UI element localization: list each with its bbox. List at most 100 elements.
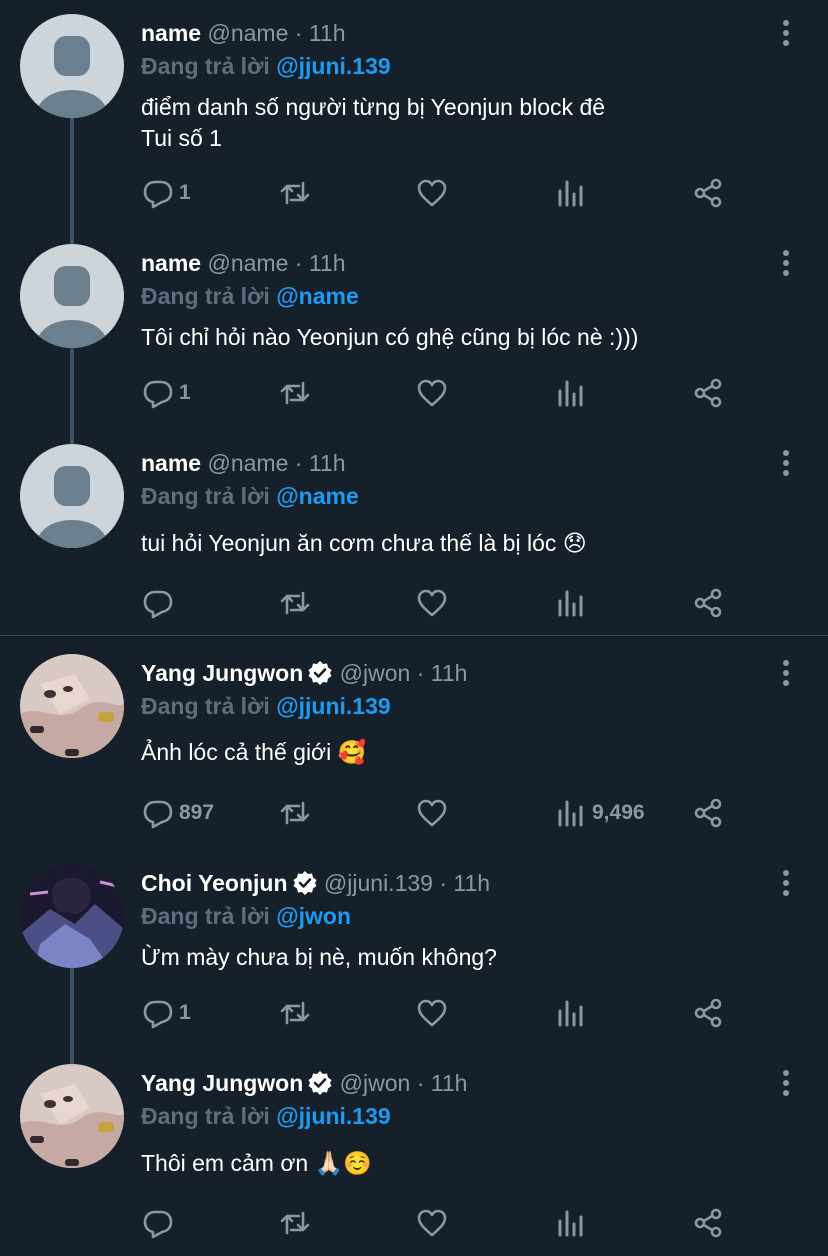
share-button[interactable] [692, 793, 724, 833]
reply-count: 1 [179, 381, 191, 404]
avatar-photo[interactable] [20, 654, 124, 758]
reply-context: Đang trả lời @jjuni.139 [141, 1103, 391, 1129]
reply-prefix: Đang trả lời [141, 53, 270, 79]
profile-photo [20, 654, 124, 758]
reply-button[interactable]: 897 [142, 793, 214, 833]
share-button[interactable] [692, 1203, 724, 1243]
tweet-header: name @name · 11h [141, 250, 346, 276]
retweet-button[interactable] [279, 173, 311, 213]
views-icon [558, 1000, 583, 1027]
username[interactable]: @name [207, 450, 288, 476]
share-button[interactable] [692, 583, 724, 623]
display-name[interactable]: name [141, 250, 201, 276]
reply-mention[interactable]: @jjuni.139 [276, 53, 390, 79]
tweet[interactable]: Choi Yeonjun @jjuni.139 · 11h Đang trả l… [0, 850, 828, 1055]
separator: · [416, 1070, 425, 1096]
tweet[interactable]: name @name · 11h Đang trả lời @jjuni.139… [0, 0, 828, 235]
share-icon [694, 1208, 722, 1238]
more-options-icon[interactable] [773, 248, 799, 278]
reply-button[interactable]: 1 [142, 173, 191, 213]
username[interactable]: @name [207, 20, 288, 46]
more-options-icon[interactable] [773, 18, 799, 48]
tweet[interactable]: name @name · 11h Đang trả lời @name tui … [0, 430, 828, 635]
default-avatar-icon [20, 444, 124, 548]
profile-photo [20, 1064, 124, 1168]
timestamp[interactable]: 11h [431, 1070, 468, 1096]
username[interactable]: @name [207, 250, 288, 276]
views-button[interactable] [555, 583, 592, 623]
retweet-button[interactable] [279, 993, 311, 1033]
more-options-icon[interactable] [773, 868, 799, 898]
tweet-header: Yang Jungwon @jwon · 11h [141, 660, 467, 686]
avatar-photo[interactable] [20, 864, 124, 968]
retweet-icon [280, 1211, 310, 1235]
reply-button[interactable] [142, 583, 179, 623]
separator: · [294, 250, 303, 276]
views-button[interactable] [555, 373, 592, 413]
avatar[interactable] [20, 244, 124, 348]
tweet[interactable]: Yang Jungwon @jwon · 11h Đang trả lời @j… [0, 1050, 828, 1256]
username[interactable]: @jwon [340, 660, 411, 686]
retweet-button[interactable] [279, 373, 311, 413]
views-button[interactable] [555, 993, 592, 1033]
like-button[interactable] [416, 173, 448, 213]
views-button[interactable] [555, 1203, 592, 1243]
reply-mention[interactable]: @jwon [276, 903, 351, 929]
tweet-text: tui hỏi Yeonjun ăn cơm chưa thế là bị ló… [141, 530, 587, 556]
reply-prefix: Đang trả lời [141, 693, 270, 719]
reply-mention[interactable]: @name [276, 283, 359, 309]
like-button[interactable] [416, 793, 448, 833]
like-button[interactable] [416, 993, 448, 1033]
reply-icon [143, 800, 173, 829]
reply-context: Đang trả lời @jwon [141, 903, 351, 929]
retweet-button[interactable] [279, 583, 311, 623]
avatar[interactable] [20, 444, 124, 548]
more-options-icon[interactable] [773, 658, 799, 688]
reply-button[interactable]: 1 [142, 993, 191, 1033]
reply-mention[interactable]: @jjuni.139 [276, 693, 390, 719]
reply-count: 897 [179, 801, 215, 824]
reply-button[interactable]: 1 [142, 373, 191, 413]
avatar[interactable] [20, 14, 124, 118]
display-name[interactable]: name [141, 20, 201, 46]
display-name[interactable]: Yang Jungwon [141, 660, 303, 686]
tweet[interactable]: Yang Jungwon @jwon · 11h Đang trả lời @j… [0, 640, 828, 845]
tweet[interactable]: name @name · 11h Đang trả lời @name Tôi … [0, 230, 828, 435]
display-name[interactable]: Choi Yeonjun [141, 870, 288, 896]
display-name[interactable]: name [141, 450, 201, 476]
timestamp[interactable]: 11h [309, 250, 346, 276]
timestamp[interactable]: 11h [453, 870, 490, 896]
username[interactable]: @jwon [340, 1070, 411, 1096]
share-button[interactable] [692, 173, 724, 213]
reply-mention[interactable]: @jjuni.139 [276, 1103, 390, 1129]
reply-prefix: Đang trả lời [141, 283, 270, 309]
more-options-icon[interactable] [773, 448, 799, 478]
reply-context: Đang trả lời @jjuni.139 [141, 53, 391, 79]
like-button[interactable] [416, 583, 448, 623]
separator: · [439, 870, 448, 896]
retweet-icon [280, 381, 310, 405]
share-button[interactable] [692, 993, 724, 1033]
reply-icon [143, 180, 173, 209]
reply-mention[interactable]: @name [276, 483, 359, 509]
views-button[interactable] [555, 173, 592, 213]
avatar-photo[interactable] [20, 1064, 124, 1168]
retweet-button[interactable] [279, 793, 311, 833]
timestamp[interactable]: 11h [431, 660, 468, 686]
reply-button[interactable] [142, 1203, 179, 1243]
more-options-icon[interactable] [773, 1068, 799, 1098]
timestamp[interactable]: 11h [309, 450, 346, 476]
like-button[interactable] [416, 1203, 448, 1243]
retweet-button[interactable] [279, 1203, 311, 1243]
like-button[interactable] [416, 373, 448, 413]
views-button[interactable]: 9,496 [555, 793, 645, 833]
tweet-text: Tôi chỉ hỏi nào Yeonjun có ghệ cũng bị l… [141, 324, 639, 350]
share-icon [694, 178, 722, 208]
views-count: 9,496 [592, 801, 645, 824]
username[interactable]: @jjuni.139 [324, 870, 433, 896]
display-name[interactable]: Yang Jungwon [141, 1070, 303, 1096]
share-icon [694, 588, 722, 618]
share-button[interactable] [692, 373, 724, 413]
action-bar: 1 [0, 373, 828, 413]
timestamp[interactable]: 11h [309, 20, 346, 46]
